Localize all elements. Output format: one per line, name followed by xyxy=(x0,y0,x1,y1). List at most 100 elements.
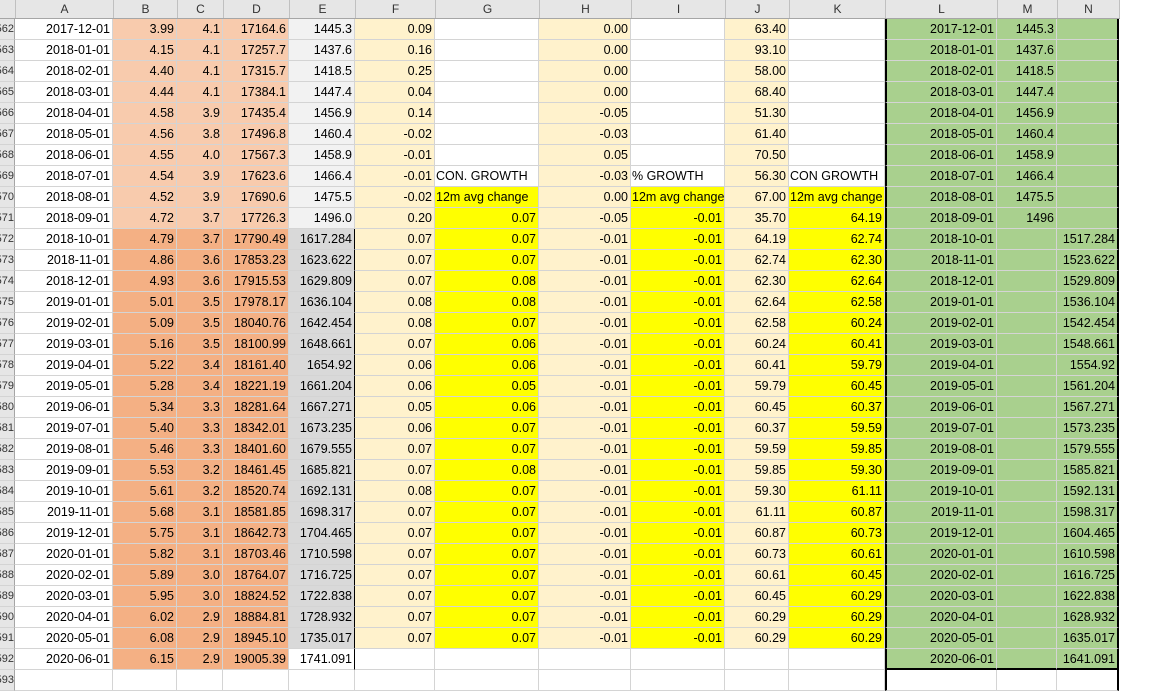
cell-g[interactable]: 0.06 xyxy=(435,355,539,376)
cell-n[interactable]: 1622.838 xyxy=(1057,586,1119,607)
cell-b[interactable]: 5.46 xyxy=(113,439,177,460)
cell-n[interactable]: 1536.104 xyxy=(1057,292,1119,313)
cell-e[interactable]: 1617.284 xyxy=(289,229,355,250)
cell-l[interactable]: 2018-12-01 xyxy=(885,271,997,292)
cell-j[interactable]: 68.40 xyxy=(725,82,789,103)
cell-g[interactable]: 0.06 xyxy=(435,397,539,418)
cell-f[interactable]: 0.25 xyxy=(355,61,435,82)
cell-a[interactable]: 2019-10-01 xyxy=(15,481,113,502)
cell-j[interactable] xyxy=(725,649,789,670)
cell-e[interactable]: 1679.555 xyxy=(289,439,355,460)
cell-i[interactable]: -0.01 xyxy=(631,481,725,502)
cell-e[interactable]: 1466.4 xyxy=(289,166,355,187)
row-number[interactable]: 589 xyxy=(0,586,15,607)
cell-b[interactable]: 5.09 xyxy=(113,313,177,334)
cell-n[interactable] xyxy=(1057,82,1119,103)
cell-b[interactable]: 5.28 xyxy=(113,376,177,397)
row-number[interactable]: 585 xyxy=(0,502,15,523)
cell-n[interactable] xyxy=(1057,145,1119,166)
cell-i[interactable]: -0.01 xyxy=(631,229,725,250)
cell-k[interactable] xyxy=(789,124,885,145)
cell-n[interactable] xyxy=(1057,208,1119,229)
cell-m[interactable] xyxy=(997,229,1057,250)
cell-f[interactable]: 0.07 xyxy=(355,502,435,523)
cell-j[interactable]: 59.59 xyxy=(725,439,789,460)
cell-g[interactable]: 0.07 xyxy=(435,565,539,586)
cell-h[interactable]: -0.01 xyxy=(539,439,631,460)
cell-c[interactable]: 4.0 xyxy=(177,145,223,166)
cell-j[interactable]: 61.11 xyxy=(725,502,789,523)
cell-b[interactable]: 6.02 xyxy=(113,607,177,628)
cell-b[interactable]: 4.93 xyxy=(113,271,177,292)
cell-g[interactable]: 0.07 xyxy=(435,628,539,649)
cell-d[interactable]: 18100.99 xyxy=(223,334,289,355)
cell-l[interactable]: 2019-02-01 xyxy=(885,313,997,334)
cell-k[interactable]: 64.19 xyxy=(789,208,885,229)
cell-h[interactable]: -0.01 xyxy=(539,628,631,649)
row-number[interactable]: 579 xyxy=(0,376,15,397)
cell-d[interactable]: 18461.45 xyxy=(223,460,289,481)
cell-e[interactable]: 1460.4 xyxy=(289,124,355,145)
cell-m[interactable] xyxy=(997,376,1057,397)
cell-i[interactable]: -0.01 xyxy=(631,376,725,397)
cell-i[interactable] xyxy=(631,124,725,145)
cell-k[interactable] xyxy=(789,40,885,61)
cell-e[interactable]: 1735.017 xyxy=(289,628,355,649)
cell-e[interactable]: 1667.271 xyxy=(289,397,355,418)
cell-i[interactable] xyxy=(631,670,725,691)
cell-h[interactable]: -0.01 xyxy=(539,418,631,439)
cell-h[interactable]: -0.01 xyxy=(539,586,631,607)
cell-h[interactable]: -0.01 xyxy=(539,460,631,481)
cell-g[interactable]: 0.07 xyxy=(435,544,539,565)
cell-n[interactable] xyxy=(1057,124,1119,145)
cell-d[interactable]: 18342.01 xyxy=(223,418,289,439)
cell-n[interactable]: 1585.821 xyxy=(1057,460,1119,481)
cell-e[interactable]: 1685.821 xyxy=(289,460,355,481)
cell-c[interactable]: 3.9 xyxy=(177,187,223,208)
row-number[interactable]: 573 xyxy=(0,250,15,271)
cell-k[interactable]: 60.29 xyxy=(789,586,885,607)
cell-n[interactable] xyxy=(1057,670,1119,691)
cell-i[interactable]: -0.01 xyxy=(631,208,725,229)
cell-f[interactable]: 0.07 xyxy=(355,250,435,271)
row-number[interactable]: 584 xyxy=(0,481,15,502)
cell-b[interactable]: 4.79 xyxy=(113,229,177,250)
cell-i[interactable]: -0.01 xyxy=(631,313,725,334)
cell-h[interactable]: 0.00 xyxy=(539,187,631,208)
cell-b[interactable]: 5.16 xyxy=(113,334,177,355)
cell-e[interactable]: 1496.0 xyxy=(289,208,355,229)
cell-b[interactable]: 5.53 xyxy=(113,460,177,481)
cell-a[interactable]: 2019-09-01 xyxy=(15,460,113,481)
cell-l[interactable]: 2019-12-01 xyxy=(885,523,997,544)
cell-c[interactable]: 3.1 xyxy=(177,544,223,565)
cell-e[interactable]: 1692.131 xyxy=(289,481,355,502)
cell-c[interactable]: 4.1 xyxy=(177,82,223,103)
cell-j[interactable]: 58.00 xyxy=(725,61,789,82)
cell-l[interactable]: 2020-03-01 xyxy=(885,586,997,607)
cell-d[interactable]: 18281.64 xyxy=(223,397,289,418)
cell-g[interactable]: 0.07 xyxy=(435,208,539,229)
cell-b[interactable]: 6.15 xyxy=(113,649,177,670)
cell-l[interactable]: 2018-01-01 xyxy=(885,40,997,61)
cell-f[interactable]: -0.02 xyxy=(355,187,435,208)
row-number[interactable]: 564 xyxy=(0,61,15,82)
cell-h[interactable]: 0.00 xyxy=(539,19,631,40)
cell-i[interactable]: -0.01 xyxy=(631,439,725,460)
cell-h[interactable]: 0.00 xyxy=(539,82,631,103)
cell-e[interactable]: 1458.9 xyxy=(289,145,355,166)
cell-m[interactable]: 1437.6 xyxy=(997,40,1057,61)
cell-a[interactable]: 2018-09-01 xyxy=(15,208,113,229)
cell-a[interactable]: 2019-07-01 xyxy=(15,418,113,439)
cell-d[interactable]: 17315.7 xyxy=(223,61,289,82)
cell-n[interactable]: 1542.454 xyxy=(1057,313,1119,334)
cell-g[interactable]: 0.08 xyxy=(435,460,539,481)
cell-i[interactable]: -0.01 xyxy=(631,586,725,607)
cell-k[interactable]: 12m avg change xyxy=(789,187,885,208)
cell-d[interactable]: 17496.8 xyxy=(223,124,289,145)
cell-m[interactable] xyxy=(997,355,1057,376)
cell-c[interactable] xyxy=(177,670,223,691)
cell-f[interactable]: -0.01 xyxy=(355,166,435,187)
cell-e[interactable]: 1623.622 xyxy=(289,250,355,271)
cell-f[interactable]: 0.07 xyxy=(355,628,435,649)
cell-m[interactable] xyxy=(997,670,1057,691)
